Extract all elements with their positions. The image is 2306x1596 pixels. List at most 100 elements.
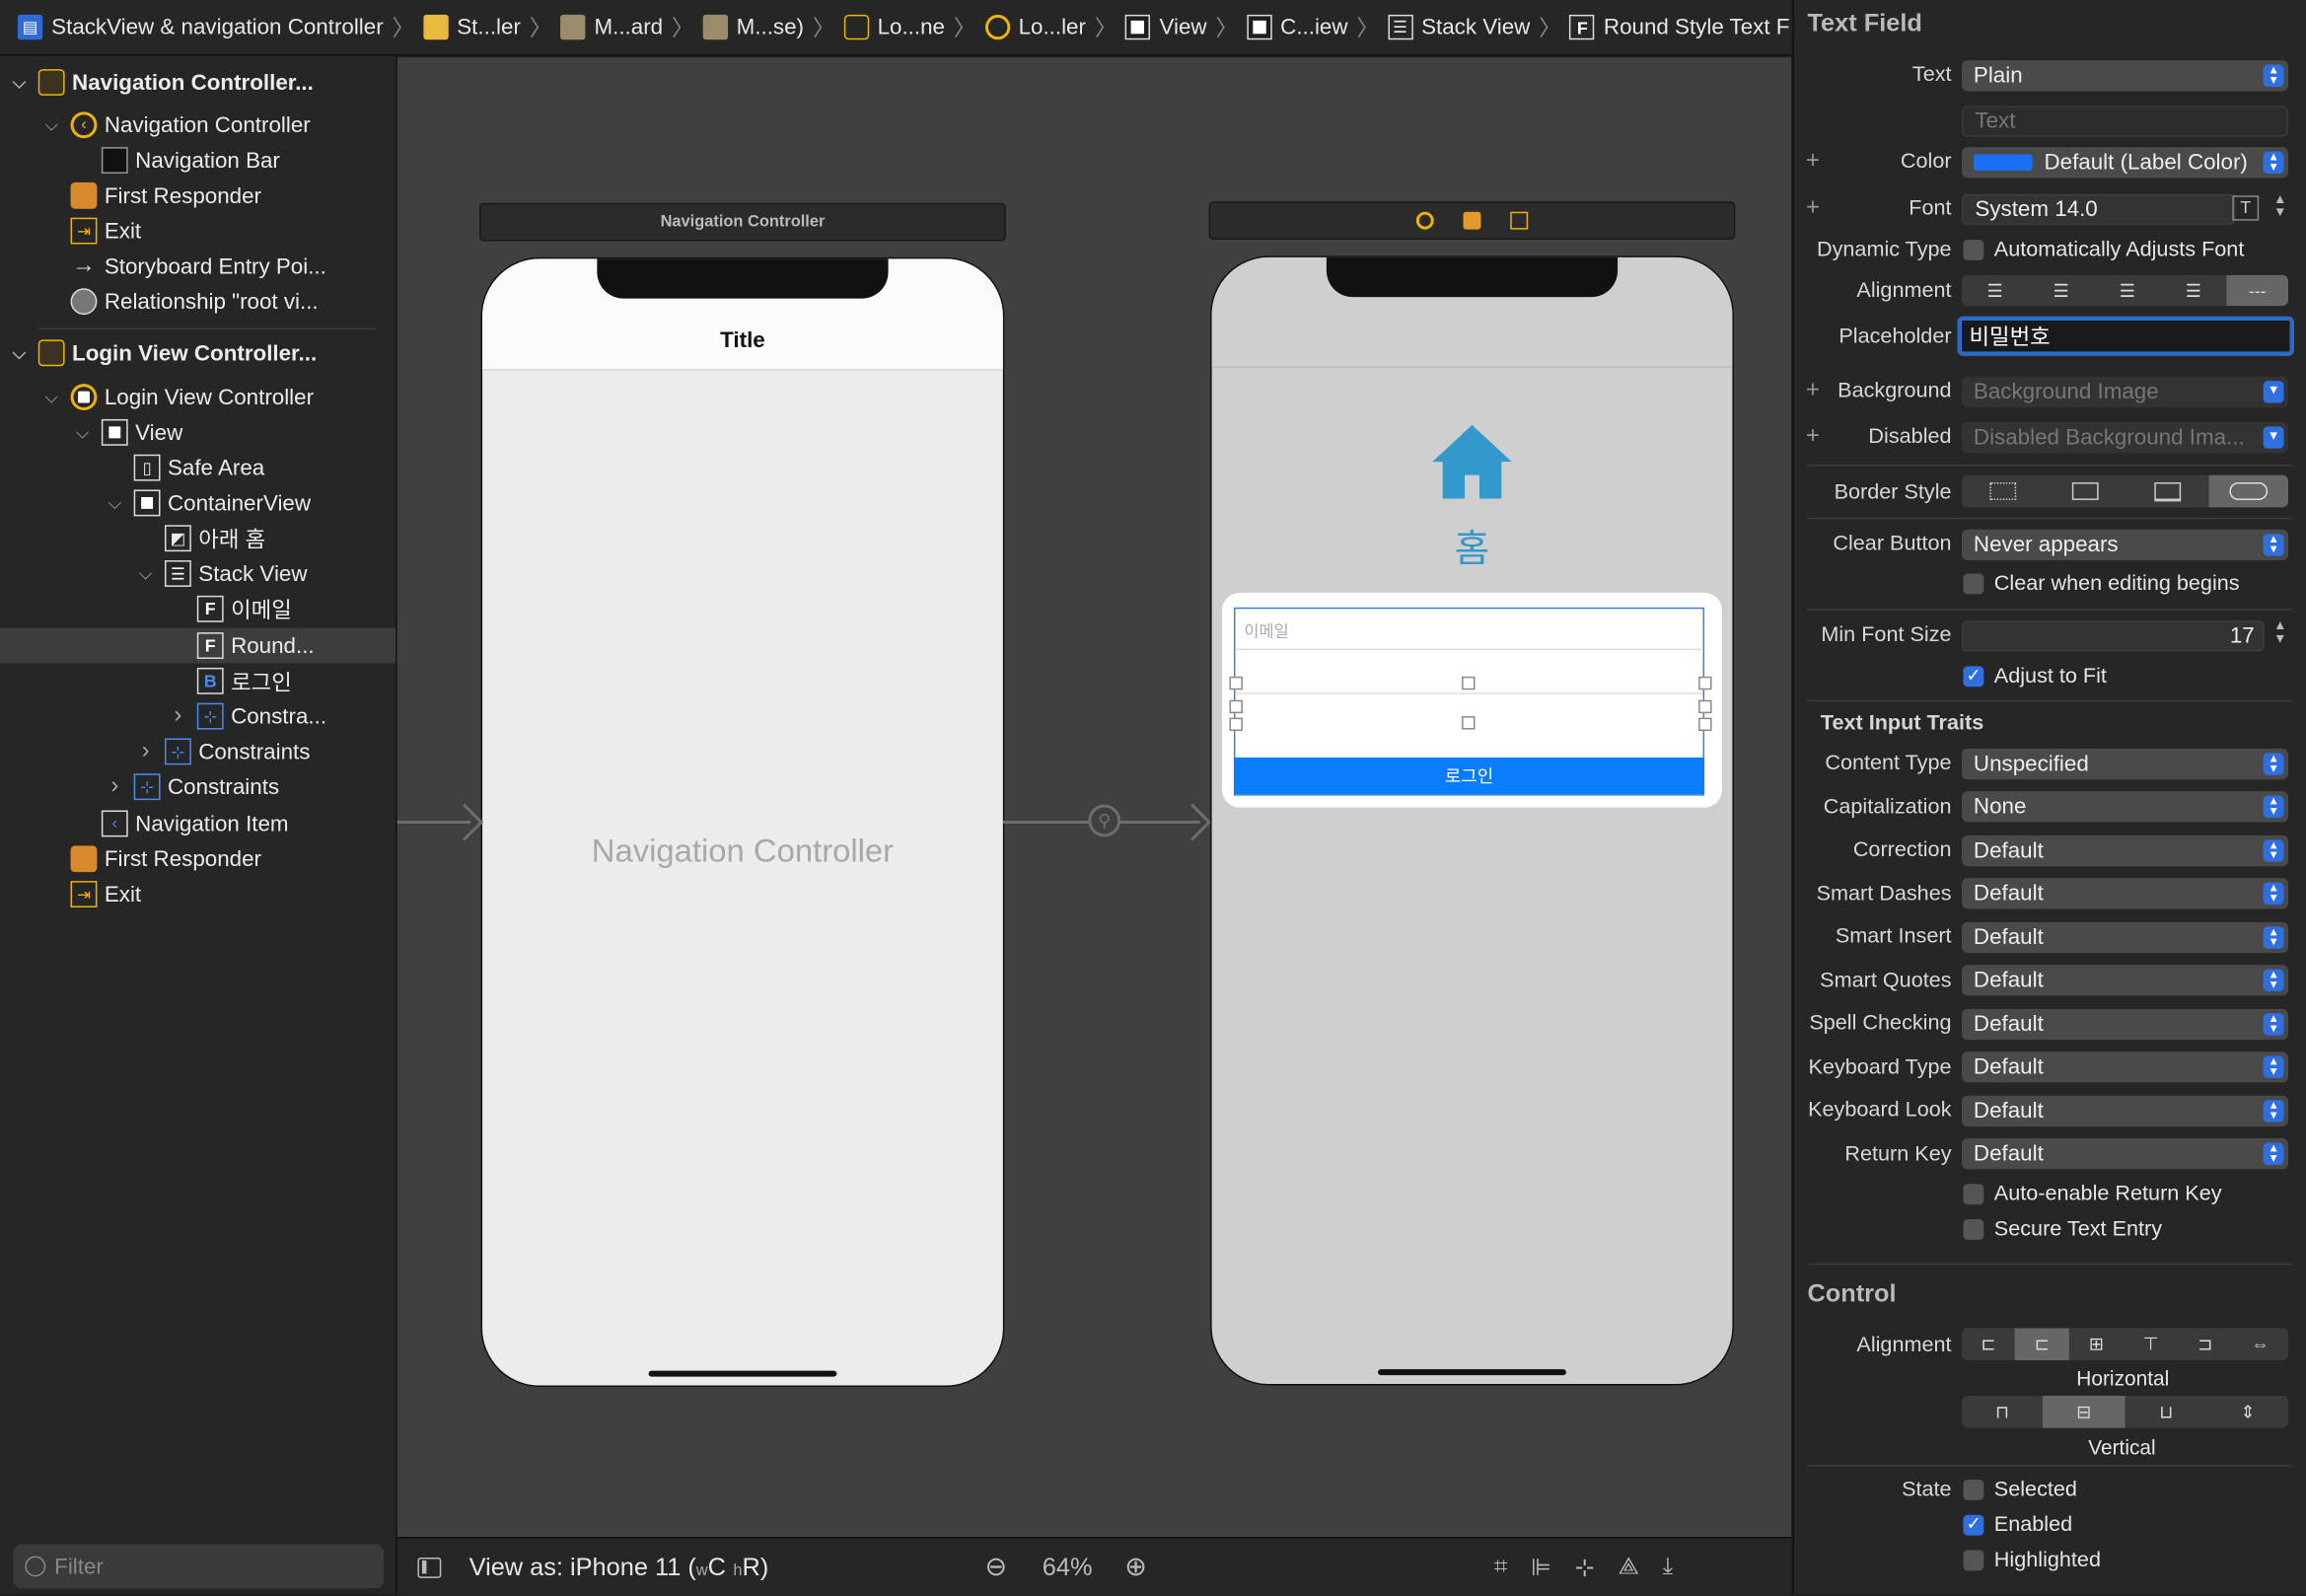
state-enabled-checkbox[interactable] [1963,1513,1984,1536]
resize-handle[interactable] [1462,716,1476,730]
h-align-fill-icon[interactable]: ⇔ [2232,1328,2288,1360]
border-line-icon[interactable] [2044,475,2126,508]
vc-dock-icon[interactable] [1415,211,1434,230]
chevron-right-icon[interactable]: › [105,773,125,800]
outline-filter-field[interactable]: Filter [13,1544,385,1589]
breadcrumb-item[interactable]: St...ler [422,14,521,40]
min-font-size-field[interactable]: 17 [1961,619,2266,651]
trait-popup[interactable]: Unspecified ▴ ▾ [1961,748,2288,779]
chevron-right-icon[interactable]: › [135,738,156,764]
outline-item[interactable]: › ⊹ Constraints [0,734,396,769]
outline-item[interactable]: F 이메일 [0,591,396,626]
text-type-popup[interactable]: Plain ▴ ▾ [1961,59,2288,91]
outline-item[interactable]: ▯ Safe Area [0,450,396,485]
storyboard-canvas[interactable]: Navigation Controller Title Navigation C… [396,57,1792,1538]
password-text-field[interactable] [1235,652,1702,694]
breadcrumb-item[interactable]: Lo...ne [843,14,945,40]
outline-item[interactable]: › ⊹ Constra... [0,698,396,734]
outline-item[interactable]: ⌵ ☰ Stack View [0,556,396,592]
border-bezel-icon[interactable] [2126,475,2208,508]
breadcrumb-item[interactable]: C...iew [1246,14,1348,40]
outline-item[interactable]: → Storyboard Entry Poi... [0,249,396,284]
chevron-down-icon[interactable]: ⌵ [41,386,62,407]
first-responder-dock-icon[interactable] [1463,211,1481,230]
resize-handle[interactable] [1229,717,1243,732]
breadcrumb-item[interactable]: F Round Style Text Field [1569,14,1791,40]
outline-item[interactable]: ⌵ Navigation Controller... [0,65,396,101]
outline-item[interactable]: ⇥ Exit [0,213,396,249]
h-align-center-icon[interactable]: ⊞ [2069,1328,2124,1360]
breadcrumb-item[interactable]: M...se) [702,14,804,40]
outline-item[interactable]: First Responder [0,178,396,213]
zoom-in-icon[interactable]: ⊕ [1124,1552,1147,1582]
font-size-stepper[interactable]: ▲ ▼ [2273,192,2286,219]
horizontal-alignment-control[interactable]: ⊏ ⊏ ⊞ ⊤ ⊐ ⇔ [1961,1328,2288,1361]
resize-handle[interactable] [1698,676,1712,690]
color-popup[interactable]: Default (Label Color) ▴ ▾ [1961,146,2288,178]
adjust-to-fit-checkbox[interactable] [1963,665,1984,688]
container-view[interactable]: 이메일 로그인 [1222,592,1722,808]
view-as-label[interactable]: View as: iPhone 11 (wC hR) [469,1553,769,1582]
align-natural-icon[interactable]: --- [2226,274,2288,307]
clear-editing-checkbox[interactable] [1963,573,1984,595]
auto-adjust-font-checkbox[interactable] [1963,240,1984,260]
login-button[interactable]: 로그인 [1233,757,1705,795]
resize-handle[interactable] [1462,676,1476,690]
toggle-outline-icon[interactable] [417,1557,442,1578]
h-align-left-icon[interactable]: ⊏ [1962,1328,2015,1360]
outline-item[interactable]: Navigation Bar [0,143,396,179]
auto-return-checkbox[interactable] [1963,1184,1984,1205]
login-scene-dock[interactable] [1208,201,1736,241]
disabled-image-popup[interactable]: Disabled Background Ima... ▾ [1961,421,2288,453]
outline-item[interactable]: ◩ 아래 홈 [0,521,396,556]
v-align-center-icon[interactable]: ⊟ [2042,1395,2126,1428]
vertical-alignment-control[interactable]: ⊓ ⊟ ⊔ ⇕ [1961,1395,2288,1428]
min-font-stepper[interactable]: ▲ ▼ [2273,618,2286,646]
chevron-right-icon[interactable]: › [168,703,188,730]
resize-handle[interactable] [1698,717,1712,732]
align-right-icon[interactable]: ☰ [2094,275,2160,306]
embed-in-icon[interactable]: ⤓ [1663,1554,1674,1580]
chevron-down-icon[interactable]: ⌵ [135,562,156,584]
stack-view[interactable]: 이메일 로그인 [1229,607,1712,796]
trait-popup[interactable]: Default ▴ ▾ [1961,921,2288,953]
secure-entry-checkbox[interactable] [1963,1219,1984,1240]
align-left-icon[interactable]: ☰ [1962,275,2028,306]
outline-item[interactable]: F Round... [0,627,396,664]
outline-item[interactable]: B 로그인 [0,663,396,698]
resize-handle[interactable] [1698,699,1712,714]
outline-item[interactable]: ⌵ Login View Controller [0,380,396,415]
nav-scene-dock[interactable]: Navigation Controller [479,202,1006,242]
background-image-popup[interactable]: Background Image ▾ [1961,375,2288,407]
trait-popup[interactable]: Default ▴ ▾ [1961,878,2288,909]
trait-popup[interactable]: Default ▴ ▾ [1961,1138,2288,1170]
font-field[interactable]: System 14.0 [1961,193,2236,225]
v-align-top-icon[interactable]: ⊓ [1962,1396,2043,1428]
trait-popup[interactable]: Default ▴ ▾ [1961,1095,2288,1126]
outline-item[interactable]: › ⊹ Constraints [0,769,396,805]
resolve-issues-icon[interactable]: ⟁ [1618,1554,1638,1580]
email-text-field[interactable]: 이메일 [1235,609,1702,651]
login-vc-phone[interactable]: 홈 이메일 로그인 [1210,255,1734,1386]
placeholder-input[interactable]: 비밀번호 [1957,316,2294,356]
relationship-segue-icon[interactable]: ⚲ [1088,804,1121,837]
outline-item[interactable]: First Responder [0,841,396,877]
chevron-down-icon[interactable]: ⌵ [105,492,125,514]
add-variation-icon[interactable]: + [1806,195,1820,222]
breadcrumb-item[interactable]: Lo...ler [984,14,1086,40]
trait-popup[interactable]: Default ▴ ▾ [1961,1052,2288,1083]
outline-item[interactable]: ⌵ ‹ Navigation Controller [0,108,396,143]
border-style-control[interactable] [1961,474,2288,508]
chevron-down-icon[interactable]: ⌵ [41,114,62,136]
text-alignment-control[interactable]: ☰ ☰ ☰ ☰ --- [1961,274,2288,307]
exit-dock-icon[interactable] [1510,211,1529,230]
border-rounded-icon[interactable] [2208,474,2288,508]
resize-handle[interactable] [1229,676,1243,690]
align-icon[interactable]: ⊫ [1531,1553,1551,1582]
breadcrumb-item[interactable]: ☰ Stack View [1387,14,1530,40]
font-picker-icon[interactable]: T [2232,195,2260,221]
nav-controller-phone[interactable]: Title Navigation Controller [480,256,1005,1388]
chevron-down-icon[interactable]: ⌵ [9,342,30,364]
add-variation-icon[interactable]: + [1806,149,1820,176]
trait-popup[interactable]: None ▴ ▾ [1961,791,2288,823]
